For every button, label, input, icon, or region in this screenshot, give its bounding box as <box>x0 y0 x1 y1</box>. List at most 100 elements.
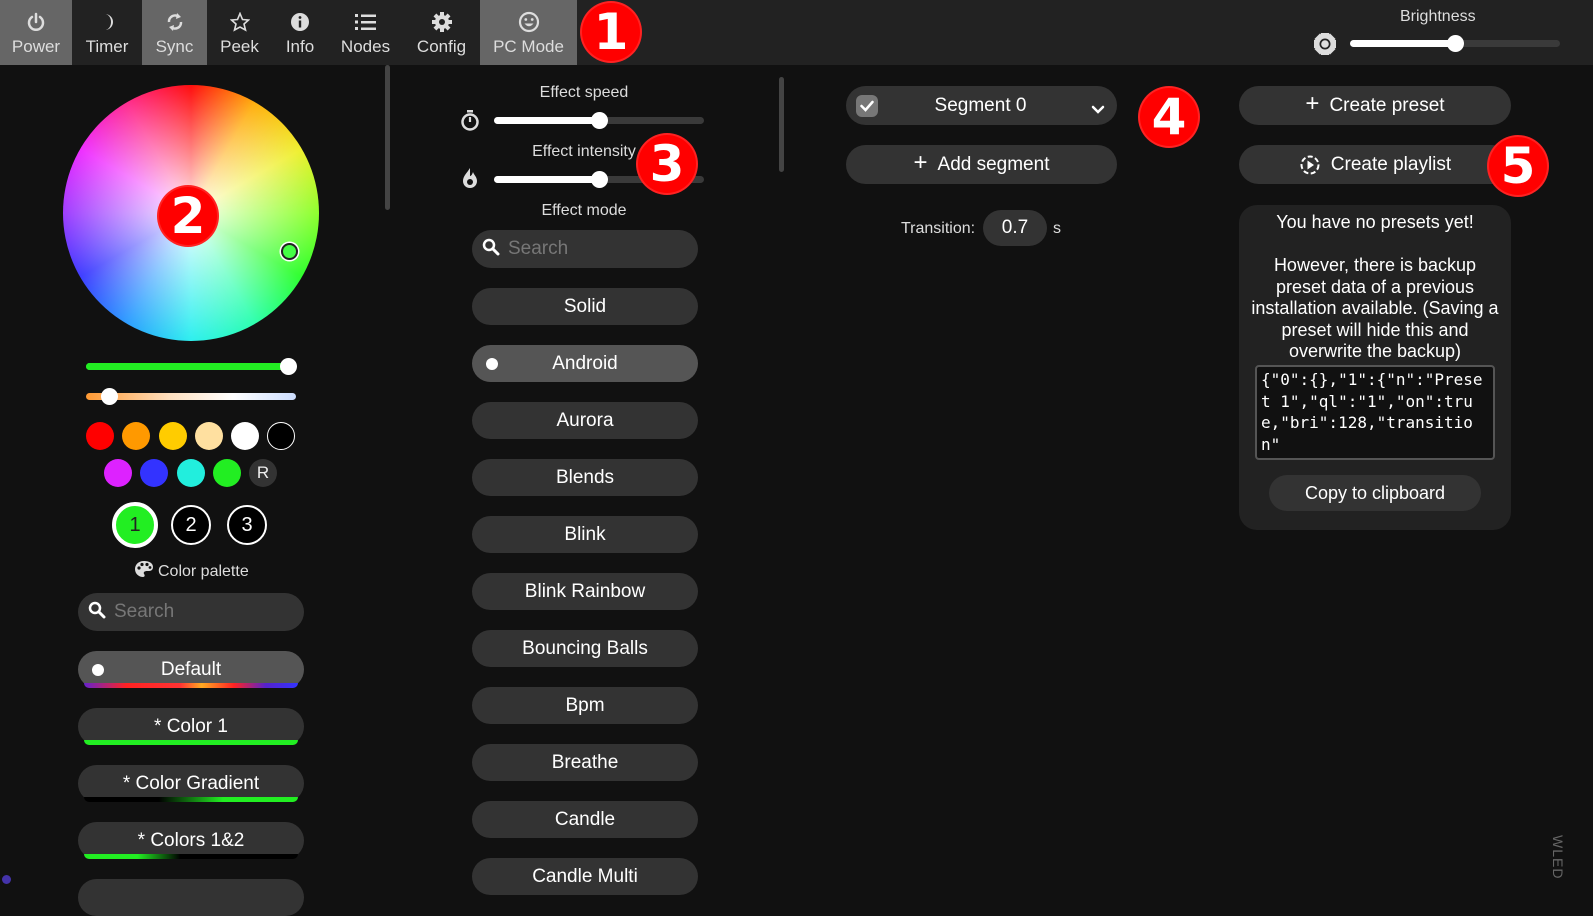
effect-speed-slider[interactable] <box>494 112 704 129</box>
slider-thumb[interactable] <box>101 388 119 405</box>
tab-label: Config <box>416 36 467 56</box>
annotation-badge-3: 3 <box>636 133 698 195</box>
quick-color-swatch[interactable] <box>104 459 132 487</box>
color-temperature-slider[interactable] <box>86 388 296 405</box>
effect-label: Aurora <box>556 409 614 431</box>
plus-icon: + <box>913 149 928 176</box>
tab-sync[interactable]: Sync <box>142 0 207 65</box>
check-icon <box>860 100 874 112</box>
effect-item[interactable]: Bouncing Balls <box>472 630 698 667</box>
effect-item[interactable]: Blink <box>472 516 698 553</box>
create-playlist-button[interactable]: Create playlist <box>1239 145 1511 184</box>
annotation-badge-4: 4 <box>1138 86 1200 148</box>
add-segment-label: Add segment <box>937 153 1050 175</box>
effect-item[interactable]: Breathe <box>472 744 698 781</box>
create-preset-button[interactable]: + Create preset <box>1239 86 1511 125</box>
quick-color-swatch[interactable] <box>231 422 259 450</box>
tab-peek[interactable]: Peek <box>207 0 272 65</box>
quick-color-swatch[interactable] <box>195 422 223 450</box>
palette-item-color-1[interactable]: * Color 1 <box>78 708 304 745</box>
moon-icon <box>97 9 117 35</box>
colors-scrollbar[interactable] <box>385 65 390 210</box>
palette-search[interactable] <box>78 593 304 631</box>
quick-color-swatch[interactable] <box>140 459 168 487</box>
effect-item[interactable]: Android <box>472 345 698 382</box>
quick-color-swatch[interactable] <box>122 422 150 450</box>
transition-input[interactable]: 0.7 <box>983 210 1047 246</box>
effect-item[interactable]: Solid <box>472 288 698 325</box>
palette-item-color-gradient[interactable]: * Color Gradient <box>78 765 304 802</box>
slider-thumb[interactable] <box>591 112 608 129</box>
gear-icon <box>431 9 453 35</box>
quick-color-swatch[interactable] <box>267 422 295 450</box>
effect-label: Blink <box>564 523 606 545</box>
quick-color-swatch[interactable] <box>159 422 187 450</box>
effects-scrollbar[interactable] <box>779 77 784 172</box>
slider-thumb[interactable] <box>591 171 608 188</box>
effect-label: Breathe <box>551 751 619 773</box>
effect-label: Blink Rainbow <box>524 580 646 602</box>
transition-label: Transition: <box>901 220 976 237</box>
effect-item[interactable]: Blink Rainbow <box>472 573 698 610</box>
palette-item-default[interactable]: Default <box>78 651 304 688</box>
color-slot-1[interactable]: 1 <box>112 502 158 548</box>
quick-color-swatch[interactable] <box>86 422 114 450</box>
annotation-badge-1: 1 <box>580 1 642 63</box>
effect-search[interactable] <box>472 230 698 268</box>
effect-item[interactable]: Blends <box>472 459 698 496</box>
create-preset-label: Create preset <box>1329 94 1445 116</box>
effect-label: Android <box>552 352 618 374</box>
power-icon <box>26 9 46 35</box>
palette-label: * Color 1 <box>154 715 228 737</box>
segment-0-row[interactable]: Segment 0 <box>846 86 1117 125</box>
effect-item[interactable]: Candle <box>472 801 698 838</box>
segment-checkbox[interactable] <box>856 95 878 117</box>
color-slot-3[interactable]: 3 <box>227 505 267 545</box>
effect-speed-label: Effect speed <box>539 84 629 101</box>
palette-item-next[interactable] <box>78 879 304 916</box>
star-icon <box>229 9 250 35</box>
tab-config[interactable]: Config <box>403 0 480 65</box>
top-bar: Power Timer Sync Peek Info Nodes Config … <box>0 0 1593 65</box>
palette-item-colors-1-2[interactable]: * Colors 1&2 <box>78 822 304 859</box>
copy-to-clipboard-button[interactable]: Copy to clipboard <box>1269 475 1481 511</box>
plus-icon: + <box>1305 90 1320 117</box>
color-wheel-picker[interactable] <box>281 243 298 260</box>
effect-search-input[interactable] <box>508 238 668 260</box>
tab-label: Peek <box>220 36 259 56</box>
palette-search-input[interactable] <box>114 601 274 623</box>
slider-thumb[interactable] <box>280 358 297 375</box>
brightness-icon <box>1313 32 1337 61</box>
chevron-down-icon[interactable] <box>1091 99 1105 121</box>
saturation-slider[interactable] <box>86 358 297 375</box>
slider-fill <box>494 117 599 124</box>
segment-name: Segment 0 <box>934 94 1027 116</box>
no-presets-panel: You have no presets yet! However, there … <box>1239 205 1511 530</box>
tab-nodes[interactable]: Nodes <box>328 0 403 65</box>
color-slot-2[interactable]: 2 <box>171 505 211 545</box>
tab-label: Info <box>285 36 315 56</box>
tab-power[interactable]: Power <box>0 0 72 65</box>
random-color-button[interactable]: R <box>249 459 277 487</box>
slider-fill <box>1350 40 1455 47</box>
effect-mode-label: Effect mode <box>541 202 627 219</box>
tab-label: Sync <box>155 36 194 56</box>
tab-timer[interactable]: Timer <box>72 0 142 65</box>
palette-preview <box>84 683 298 688</box>
brightness-slider[interactable] <box>1350 35 1560 52</box>
slider-thumb[interactable] <box>1447 35 1464 52</box>
effect-item[interactable]: Aurora <box>472 402 698 439</box>
tab-pc-mode[interactable]: PC Mode <box>480 0 577 65</box>
effect-item[interactable]: Bpm <box>472 687 698 724</box>
backup-json-textarea[interactable]: {"0":{},"1":{"n":"Preset 1","ql":"1","on… <box>1255 365 1495 460</box>
annotation-badge-2: 2 <box>157 185 219 247</box>
annotation-badge-5: 5 <box>1487 135 1549 197</box>
tab-info[interactable]: Info <box>272 0 328 65</box>
palette-heading-text: Color palette <box>158 562 249 580</box>
add-segment-button[interactable]: + Add segment <box>846 145 1117 184</box>
quick-color-swatch[interactable] <box>213 459 241 487</box>
info-icon <box>290 9 310 35</box>
flame-icon <box>461 167 479 194</box>
quick-color-swatch[interactable] <box>177 459 205 487</box>
effect-item[interactable]: Candle Multi <box>472 858 698 895</box>
